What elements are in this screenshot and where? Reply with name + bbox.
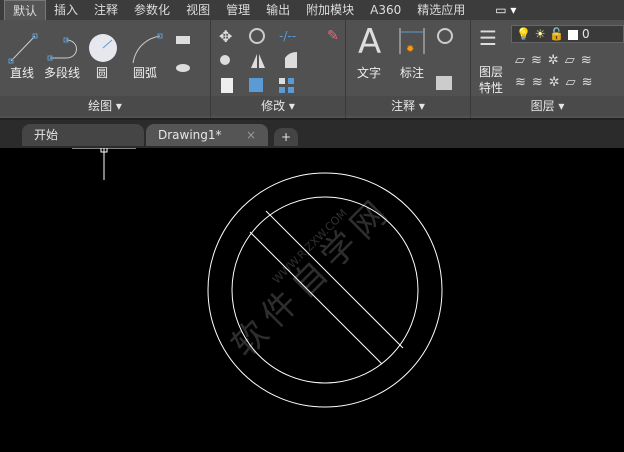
tab-view[interactable]: 视图 (178, 0, 218, 20)
current-layer-name: 0 (581, 27, 590, 41)
minimize-ribbon-button[interactable]: ▭ ▾ (487, 0, 524, 20)
tab-default[interactable]: 默认 (4, 0, 47, 20)
dimension-icons: ✹ (399, 28, 453, 90)
close-tab-icon[interactable]: × (246, 124, 256, 146)
tab-annotate[interactable]: 注释 (86, 0, 126, 20)
draw-panel-title[interactable]: 绘图 ▾ (0, 96, 210, 116)
svg-text:-/--: -/-- (279, 29, 296, 43)
tab-featured[interactable]: 精选应用 (409, 0, 473, 20)
tab-addins[interactable]: 附加模块 (298, 0, 362, 20)
draw-panel: 直线 多段线 圆 圆弧 绘图 ▾ (0, 20, 211, 118)
new-tab-button[interactable]: + (274, 128, 298, 146)
annotation-panel: A ✹ 文字 标注 注释 ▾ (346, 20, 471, 118)
tab-drawing1[interactable]: Drawing1* × (146, 124, 268, 146)
layers-panel: ☰ 图层特性 💡 ☀ 🔓 0 ▱≋✲▱≋ ≋≋✲▱≋ 图层 ▾ (471, 20, 624, 118)
drawing-tab-label: Drawing1* (158, 128, 222, 142)
layer-tool-icons[interactable]: ▱≋✲▱≋ ≋≋✲▱≋ (515, 50, 599, 94)
layer-properties-icon: ☰ (479, 26, 497, 50)
layer-dropdown[interactable]: 💡 ☀ 🔓 0 (511, 25, 624, 43)
arc-button[interactable]: 圆弧 (133, 64, 157, 81)
polyline-button[interactable]: 多段线 (44, 64, 80, 81)
ribbon: 直线 多段线 圆 圆弧 绘图 ▾ ✥ -/-- ✎ 修改 ▾ A ✹ 文字 标注 注… (0, 20, 624, 118)
tab-a360[interactable]: A360 (362, 0, 409, 20)
tab-insert[interactable]: 插入 (46, 0, 86, 20)
modify-panel: ✥ -/-- ✎ 修改 ▾ (211, 20, 346, 118)
dimension-button[interactable]: 标注 (400, 64, 424, 81)
layer-properties-button[interactable]: 图层特性 (479, 64, 505, 96)
tab-parametric[interactable]: 参数化 (126, 0, 178, 20)
document-tabs: 开始 Drawing1* × + (0, 118, 624, 148)
annotation-panel-title[interactable]: 注释 ▾ (346, 96, 470, 116)
ribbon-tabs: 默认 插入 注释 参数化 视图 管理 输出 附加模块 A360 精选应用 ▭ ▾ (0, 0, 624, 20)
circle-button[interactable]: 圆 (96, 64, 108, 81)
line-button[interactable]: 直线 (10, 64, 34, 81)
modify-tool-icons[interactable]: ✥ -/-- ✎ (219, 26, 344, 96)
svg-text:✹: ✹ (406, 44, 414, 55)
tab-start[interactable]: 开始 (22, 124, 144, 146)
tab-manage[interactable]: 管理 (218, 0, 258, 20)
svg-text:✥: ✥ (219, 27, 232, 46)
modify-panel-title[interactable]: 修改 ▾ (211, 96, 345, 116)
text-icon: A (358, 22, 382, 62)
tab-output[interactable]: 输出 (258, 0, 298, 20)
svg-text:✎: ✎ (327, 28, 339, 44)
text-button[interactable]: 文字 (357, 64, 381, 81)
layers-panel-title[interactable]: 图层 ▾ (471, 96, 624, 116)
